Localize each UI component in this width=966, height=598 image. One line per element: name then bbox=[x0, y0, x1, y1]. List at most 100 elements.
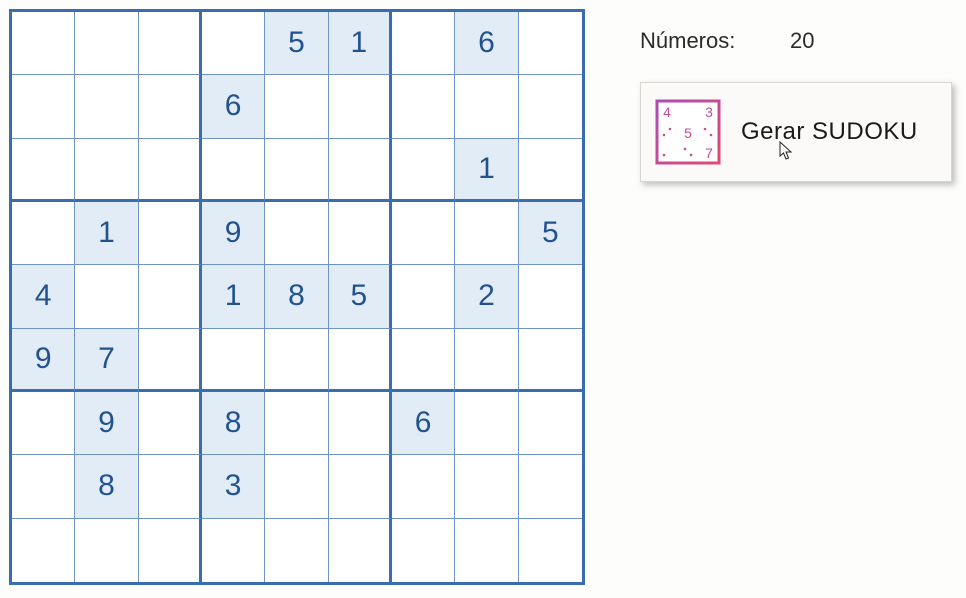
sudoku-cell[interactable]: 1 bbox=[75, 202, 138, 265]
sudoku-cell[interactable]: 6 bbox=[202, 75, 265, 138]
sudoku-cell[interactable] bbox=[392, 329, 455, 392]
sudoku-cell[interactable] bbox=[202, 519, 265, 582]
sudoku-cell[interactable] bbox=[75, 75, 138, 138]
sudoku-cell[interactable] bbox=[392, 519, 455, 582]
sudoku-cell[interactable] bbox=[139, 75, 202, 138]
sudoku-cell[interactable] bbox=[202, 12, 265, 75]
sudoku-cell[interactable] bbox=[455, 519, 518, 582]
sudoku-cell[interactable]: 9 bbox=[12, 329, 75, 392]
sudoku-cell[interactable] bbox=[12, 202, 75, 265]
sudoku-cell[interactable] bbox=[12, 392, 75, 455]
sudoku-cell[interactable]: 5 bbox=[265, 12, 328, 75]
sudoku-cell[interactable] bbox=[139, 519, 202, 582]
sudoku-cell[interactable] bbox=[519, 75, 582, 138]
sudoku-cell[interactable] bbox=[392, 455, 455, 518]
sudoku-cell[interactable] bbox=[265, 392, 328, 455]
sudoku-cell[interactable]: 6 bbox=[455, 12, 518, 75]
sudoku-cell[interactable]: 9 bbox=[202, 202, 265, 265]
sudoku-cell[interactable]: 5 bbox=[519, 202, 582, 265]
generate-sudoku-button[interactable]: 4 3 5 7 Gerar SUDOKU bbox=[640, 82, 952, 182]
sudoku-cell[interactable]: 1 bbox=[202, 265, 265, 328]
sudoku-cell[interactable]: 1 bbox=[455, 139, 518, 202]
sudoku-cell[interactable] bbox=[139, 265, 202, 328]
sudoku-cell[interactable] bbox=[455, 392, 518, 455]
sudoku-cell[interactable] bbox=[519, 139, 582, 202]
sudoku-cell[interactable]: 8 bbox=[75, 455, 138, 518]
sudoku-row: 1 9 5 bbox=[12, 202, 582, 265]
sudoku-cell[interactable] bbox=[265, 329, 328, 392]
sudoku-row: 6 bbox=[12, 75, 582, 138]
sudoku-cell[interactable] bbox=[12, 455, 75, 518]
numbers-count-label: Números: bbox=[640, 28, 790, 54]
sudoku-cell[interactable] bbox=[392, 139, 455, 202]
sudoku-cell[interactable] bbox=[12, 139, 75, 202]
side-panel: Números: 20 4 3 5 7 bbox=[640, 28, 950, 182]
sudoku-cell[interactable] bbox=[265, 75, 328, 138]
sudoku-cell[interactable] bbox=[265, 455, 328, 518]
sudoku-row: 4 1852 bbox=[12, 265, 582, 328]
sudoku-cell[interactable] bbox=[265, 202, 328, 265]
sudoku-row: 516 bbox=[12, 12, 582, 75]
svg-text:3: 3 bbox=[705, 104, 713, 120]
sudoku-board[interactable]: 51661195418529798683 bbox=[9, 9, 585, 585]
sudoku-cell[interactable] bbox=[202, 329, 265, 392]
sudoku-cell[interactable] bbox=[75, 265, 138, 328]
svg-text:4: 4 bbox=[663, 104, 671, 120]
sudoku-cell[interactable] bbox=[519, 265, 582, 328]
sudoku-cell[interactable] bbox=[139, 392, 202, 455]
sudoku-cell[interactable] bbox=[392, 202, 455, 265]
sudoku-cell[interactable] bbox=[139, 202, 202, 265]
sudoku-row: 1 bbox=[12, 139, 582, 202]
sudoku-cell[interactable] bbox=[329, 392, 392, 455]
sudoku-cell[interactable] bbox=[329, 455, 392, 518]
sudoku-icon: 4 3 5 7 bbox=[653, 97, 723, 167]
sudoku-cell[interactable] bbox=[329, 139, 392, 202]
sudoku-cell[interactable] bbox=[265, 519, 328, 582]
sudoku-cell[interactable] bbox=[329, 202, 392, 265]
sudoku-cell[interactable] bbox=[75, 12, 138, 75]
sudoku-cell[interactable] bbox=[519, 392, 582, 455]
sudoku-row: 97 bbox=[12, 329, 582, 392]
sudoku-cell[interactable] bbox=[75, 519, 138, 582]
sudoku-cell[interactable] bbox=[519, 519, 582, 582]
sudoku-cell[interactable] bbox=[519, 455, 582, 518]
sudoku-cell[interactable]: 8 bbox=[265, 265, 328, 328]
sudoku-cell[interactable] bbox=[139, 455, 202, 518]
sudoku-cell[interactable] bbox=[392, 75, 455, 138]
sudoku-cell[interactable] bbox=[75, 139, 138, 202]
sudoku-cell[interactable] bbox=[329, 329, 392, 392]
sudoku-cell[interactable]: 3 bbox=[202, 455, 265, 518]
sudoku-cell[interactable] bbox=[455, 329, 518, 392]
svg-text:7: 7 bbox=[705, 145, 713, 161]
sudoku-cell[interactable] bbox=[392, 265, 455, 328]
sudoku-cell[interactable] bbox=[455, 202, 518, 265]
sudoku-row: 83 bbox=[12, 455, 582, 518]
sudoku-cell[interactable]: 1 bbox=[329, 12, 392, 75]
sudoku-cell[interactable] bbox=[265, 139, 328, 202]
sudoku-cell[interactable]: 7 bbox=[75, 329, 138, 392]
sudoku-cell[interactable] bbox=[329, 75, 392, 138]
sudoku-cell[interactable] bbox=[139, 329, 202, 392]
svg-text:5: 5 bbox=[684, 125, 692, 141]
sudoku-cell[interactable]: 6 bbox=[392, 392, 455, 455]
sudoku-cell[interactable]: 9 bbox=[75, 392, 138, 455]
sudoku-cell[interactable] bbox=[12, 75, 75, 138]
sudoku-cell[interactable] bbox=[455, 75, 518, 138]
sudoku-cell[interactable]: 2 bbox=[455, 265, 518, 328]
generate-sudoku-label: Gerar SUDOKU bbox=[741, 118, 918, 146]
sudoku-cell[interactable] bbox=[329, 519, 392, 582]
sudoku-cell[interactable] bbox=[139, 12, 202, 75]
sudoku-cell[interactable] bbox=[202, 139, 265, 202]
sudoku-cell[interactable]: 8 bbox=[202, 392, 265, 455]
sudoku-cell[interactable] bbox=[519, 329, 582, 392]
sudoku-cell[interactable] bbox=[392, 12, 455, 75]
sudoku-cell[interactable] bbox=[519, 12, 582, 75]
sudoku-cell[interactable] bbox=[139, 139, 202, 202]
numbers-count: Números: 20 bbox=[640, 28, 950, 54]
sudoku-cell[interactable] bbox=[455, 455, 518, 518]
sudoku-cell[interactable]: 5 bbox=[329, 265, 392, 328]
sudoku-cell[interactable] bbox=[12, 519, 75, 582]
sudoku-cell[interactable] bbox=[12, 12, 75, 75]
sudoku-row bbox=[12, 519, 582, 582]
sudoku-cell[interactable]: 4 bbox=[12, 265, 75, 328]
